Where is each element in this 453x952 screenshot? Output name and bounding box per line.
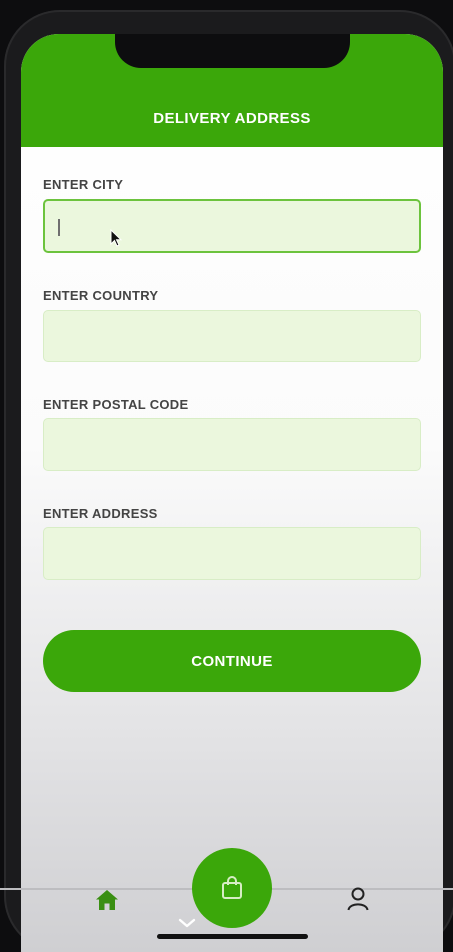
postal-code-label: ENTER POSTAL CODE — [43, 397, 189, 412]
phone-notch — [115, 34, 350, 68]
page-title: DELIVERY ADDRESS — [153, 110, 311, 127]
country-label: ENTER COUNTRY — [43, 288, 159, 303]
address-label: ENTER ADDRESS — [43, 506, 158, 521]
shopping-bag-icon — [222, 876, 242, 899]
city-label: ENTER CITY — [43, 177, 124, 192]
continue-button[interactable]: CONTINUE — [43, 630, 421, 692]
home-indicator — [157, 934, 308, 939]
tab-profile[interactable] — [343, 884, 373, 914]
mouse-cursor-icon — [110, 229, 122, 247]
postal-code-input[interactable] — [43, 418, 421, 471]
chevron-down-icon[interactable] — [176, 916, 198, 930]
cart-button[interactable] — [192, 848, 272, 928]
city-input[interactable] — [43, 199, 421, 253]
text-caret — [58, 219, 60, 236]
user-icon — [347, 887, 369, 911]
address-input[interactable] — [43, 527, 421, 580]
tab-home[interactable] — [92, 885, 122, 915]
country-input[interactable] — [43, 310, 421, 362]
app-screen: DELIVERY ADDRESS — [21, 34, 443, 952]
home-icon — [96, 890, 118, 910]
